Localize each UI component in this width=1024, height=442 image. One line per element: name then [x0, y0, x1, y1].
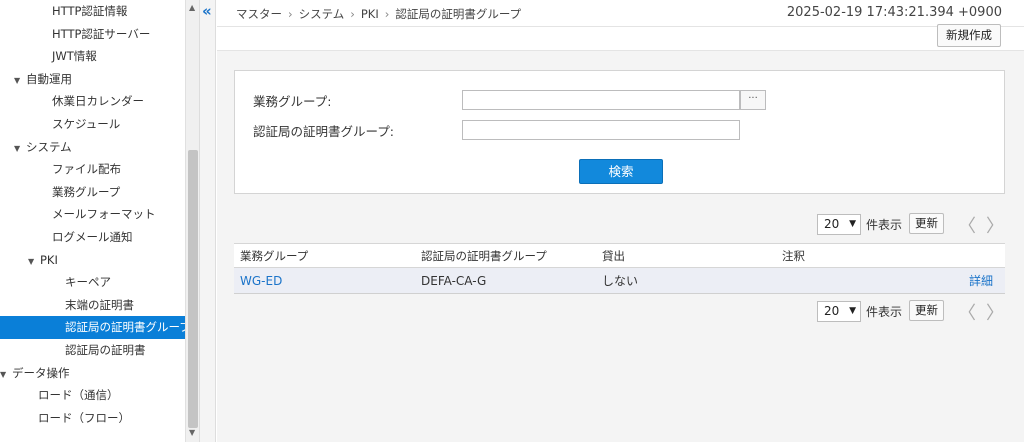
page-size-select[interactable]: 20 ▼ — [817, 301, 861, 322]
collapse-sidebar-icon[interactable]: « — [202, 1, 212, 21]
column-header-business-group[interactable]: 業務グループ — [234, 243, 415, 268]
sidebar-item-label: データ操作 — [12, 365, 70, 380]
scrollbar-thumb[interactable] — [188, 150, 198, 428]
sidebar-item-label: JWT情報 — [52, 49, 97, 64]
page-size-value: 20 — [824, 217, 840, 231]
business-group-input[interactable] — [462, 90, 740, 110]
sidebar-item[interactable]: ▼ データ操作 — [0, 362, 185, 385]
cell-business-group[interactable]: WG-ED — [234, 267, 415, 294]
business-group-picker-button[interactable]: ··· — [740, 90, 766, 110]
page-size-select[interactable]: 20 ▼ — [817, 214, 861, 235]
sidebar-item-label: キーペア — [65, 275, 111, 290]
sidebar-item-label: ファイル配布 — [52, 162, 121, 177]
sidebar-item[interactable]: ▼ システム — [0, 136, 185, 159]
main-content: マスター › システム › PKI › 認証局の証明書グループ 2025-02-19 17:… — [217, 0, 1024, 442]
sidebar-collapse-strip: « — [200, 0, 216, 442]
action-bar: 新規作成 — [217, 24, 1024, 51]
sidebar-item[interactable]: JWT情報 — [0, 45, 185, 68]
chevron-down-icon: ▼ — [849, 219, 856, 229]
pager-bottom: 20 ▼ 件表示 更新 〈 〉 — [817, 299, 1007, 325]
expand-triangle-icon[interactable]: ▼ — [14, 138, 26, 161]
expand-triangle-icon[interactable]: ▼ — [0, 364, 12, 387]
breadcrumb-separator: › — [288, 7, 293, 21]
result-table: 業務グループ 認証局の証明書グループ 貸出 注釈 WG-ED DEFA-CA-G… — [234, 243, 1005, 294]
per-page-label: 件表示 — [866, 218, 903, 232]
per-page-label: 件表示 — [866, 305, 903, 319]
breadcrumb-item-system[interactable]: システム — [299, 7, 345, 21]
ca-cert-group-input[interactable] — [462, 120, 740, 140]
sidebar-scrollbar[interactable]: ▲ ▼ — [185, 0, 199, 442]
sidebar-item-label: 自動運用 — [26, 71, 72, 86]
sidebar: HTTP認証情報 HTTP認証サーバー JWT情報 ▼ 自動運用 休業日カレンダー スケジュ… — [0, 0, 200, 442]
prev-page-icon[interactable]: 〈 — [958, 212, 976, 238]
page-size-value: 20 — [824, 304, 840, 318]
sidebar-nav: HTTP認証情報 HTTP認証サーバー JWT情報 ▼ 自動運用 休業日カレンダー スケジュ… — [0, 0, 191, 430]
sidebar-item[interactable]: 休業日カレンダー — [0, 90, 185, 113]
sidebar-item-label: HTTP認証サーバー — [52, 26, 151, 41]
sidebar-item[interactable]: 認証局の証明書グループ — [0, 316, 191, 339]
sidebar-item-label: ロード（フロー） — [38, 410, 130, 425]
next-page-icon[interactable]: 〉 — [986, 299, 1004, 325]
cell-lend: しない — [596, 267, 776, 294]
refresh-button[interactable]: 更新 — [909, 300, 944, 321]
ca-cert-group-label: 認証局の証明書グループ: — [253, 124, 394, 139]
sidebar-item-label: 休業日カレンダー — [52, 94, 144, 109]
search-button[interactable]: 検索 — [579, 159, 663, 184]
sidebar-item[interactable]: HTTP認証サーバー — [0, 23, 185, 46]
sidebar-item-label: 認証局の証明書グループ — [65, 320, 191, 335]
sidebar-item-label: メールフォーマット — [52, 207, 156, 222]
sidebar-item-label: PKI — [40, 252, 58, 267]
sidebar-item[interactable]: スケジュール — [0, 113, 185, 136]
expand-triangle-icon[interactable]: ▼ — [28, 251, 40, 274]
table-header-row: 業務グループ 認証局の証明書グループ 貸出 注釈 — [234, 243, 1005, 268]
search-panel: 業務グループ: ··· 認証局の証明書グループ: 検索 — [234, 70, 1005, 194]
sidebar-item[interactable]: ▼ PKI — [0, 249, 185, 272]
top-bar: マスター › システム › PKI › 認証局の証明書グループ 2025-02-19 17:… — [217, 0, 1024, 27]
sidebar-item[interactable]: ログメール通知 — [0, 226, 185, 249]
next-page-icon[interactable]: 〉 — [986, 212, 1004, 238]
sidebar-item-label: 認証局の証明書 — [65, 342, 146, 357]
timestamp: 2025-02-19 17:43:21.394 +0900 — [786, 5, 1002, 20]
breadcrumb-separator: › — [350, 7, 355, 21]
sidebar-item-label: HTTP認証情報 — [52, 4, 128, 18]
sidebar-item[interactable]: 末端の証明書 — [0, 294, 185, 317]
prev-page-icon[interactable]: 〈 — [958, 299, 976, 325]
sidebar-item[interactable]: 認証局の証明書 — [0, 339, 185, 362]
cell-note — [776, 267, 896, 294]
chevron-down-icon: ▼ — [849, 306, 856, 316]
column-header-ca-cert-group[interactable]: 認証局の証明書グループ — [415, 243, 596, 268]
sidebar-item[interactable]: ロード（フロー） — [0, 407, 185, 430]
sidebar-item-label: ログメール通知 — [52, 229, 133, 244]
cell-ca-cert-group: DEFA-CA-G — [415, 267, 596, 294]
sidebar-item[interactable]: キーペア — [0, 271, 185, 294]
sidebar-item-label: スケジュール — [52, 116, 121, 131]
sidebar-item[interactable]: ロード（通信） — [0, 384, 185, 407]
breadcrumb-separator: › — [384, 7, 390, 21]
sidebar-item[interactable]: HTTP認証情報 — [0, 0, 185, 23]
sidebar-item-label: システム — [26, 139, 72, 154]
sidebar-item[interactable]: ファイル配布 — [0, 158, 185, 181]
breadcrumb: マスター › システム › PKI › 認証局の証明書グループ — [236, 6, 521, 22]
column-header-actions — [896, 243, 1005, 268]
new-button[interactable]: 新規作成 — [937, 24, 1001, 47]
sidebar-item[interactable]: ▼ 自動運用 — [0, 68, 185, 91]
expand-triangle-icon[interactable]: ▼ — [14, 70, 26, 93]
pager-top: 20 ▼ 件表示 更新 〈 〉 — [817, 212, 1007, 238]
sidebar-item[interactable]: 業務グループ — [0, 181, 185, 204]
scroll-down-icon[interactable]: ▼ — [189, 428, 195, 437]
table-row[interactable]: WG-ED DEFA-CA-G しない 詳細 — [234, 267, 1005, 294]
sidebar-item[interactable]: メールフォーマット — [0, 203, 185, 226]
sidebar-item-label: ロード（通信） — [38, 388, 119, 403]
sidebar-item-label: 末端の証明書 — [65, 297, 134, 312]
breadcrumb-item-pki[interactable]: PKI — [361, 7, 379, 21]
column-header-note[interactable]: 注釈 — [776, 243, 896, 268]
detail-link[interactable]: 詳細 — [896, 267, 1005, 294]
refresh-button[interactable]: 更新 — [909, 213, 944, 234]
breadcrumb-item-master[interactable]: マスター — [236, 7, 282, 21]
business-group-label: 業務グループ: — [253, 94, 332, 109]
scroll-up-icon[interactable]: ▲ — [189, 3, 195, 12]
sidebar-item-label: 業務グループ — [52, 184, 121, 199]
column-header-lend[interactable]: 貸出 — [596, 243, 776, 268]
breadcrumb-item-current: 認証局の証明書グループ — [395, 7, 522, 21]
